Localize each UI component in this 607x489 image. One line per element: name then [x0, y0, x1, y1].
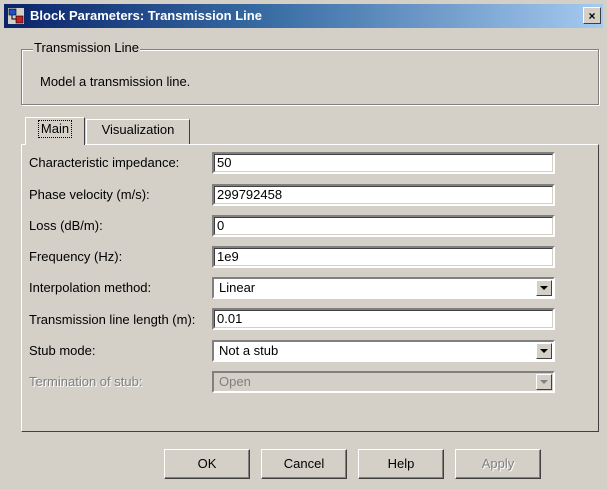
tab-main-label: Main: [37, 120, 73, 138]
termination-of-stub-value: Open: [219, 374, 251, 389]
chevron-down-icon: [540, 380, 548, 384]
stub-mode-value: Not a stub: [219, 343, 279, 358]
loss-field[interactable]: 0: [212, 215, 555, 237]
phase-velocity-label: Phase velocity (m/s):: [29, 187, 150, 202]
line-length-label: Transmission line length (m):: [29, 312, 196, 327]
interpolation-method-value: Linear: [219, 280, 256, 295]
description-group-title: Transmission Line: [33, 40, 141, 56]
apply-button: Apply: [455, 449, 541, 479]
interpolation-method-select[interactable]: Linear: [212, 277, 555, 299]
block-description: Model a transmission line.: [40, 74, 191, 89]
termination-of-stub-dropdown-button: [536, 374, 552, 390]
characteristic-impedance-label: Characteristic impedance:: [29, 155, 180, 170]
window-title: Block Parameters: Transmission Line: [30, 8, 262, 23]
frequency-field[interactable]: 1e9: [212, 246, 555, 268]
chevron-down-icon: [540, 286, 548, 290]
interpolation-method-label: Interpolation method:: [29, 280, 152, 295]
chevron-down-icon: [540, 349, 548, 353]
tab-main[interactable]: Main: [25, 117, 85, 145]
help-button[interactable]: Help: [358, 449, 444, 479]
interpolation-method-dropdown-button[interactable]: [536, 280, 552, 296]
simulink-block-icon: [8, 8, 24, 24]
line-length-field[interactable]: 0.01: [212, 308, 555, 330]
stub-mode-label: Stub mode:: [29, 343, 96, 358]
block-parameters-dialog: Block Parameters: Transmission Line × Tr…: [0, 0, 607, 489]
close-icon: ×: [588, 8, 596, 23]
stub-mode-dropdown-button[interactable]: [536, 343, 552, 359]
stub-mode-select[interactable]: Not a stub: [212, 340, 555, 362]
close-button[interactable]: ×: [583, 7, 601, 24]
tab-visualization-label: Visualization: [101, 122, 175, 137]
termination-of-stub-select: Open: [212, 371, 555, 393]
tab-visualization[interactable]: Visualization: [86, 119, 190, 145]
cancel-button[interactable]: Cancel: [261, 449, 347, 479]
loss-label: Loss (dB/m):: [29, 218, 103, 233]
frequency-label: Frequency (Hz):: [29, 249, 123, 264]
phase-velocity-field[interactable]: 299792458: [212, 184, 555, 206]
ok-button[interactable]: OK: [164, 449, 250, 479]
characteristic-impedance-field[interactable]: 50: [212, 152, 555, 174]
termination-of-stub-label: Termination of stub:: [29, 374, 143, 389]
title-bar[interactable]: Block Parameters: Transmission Line ×: [4, 4, 603, 28]
